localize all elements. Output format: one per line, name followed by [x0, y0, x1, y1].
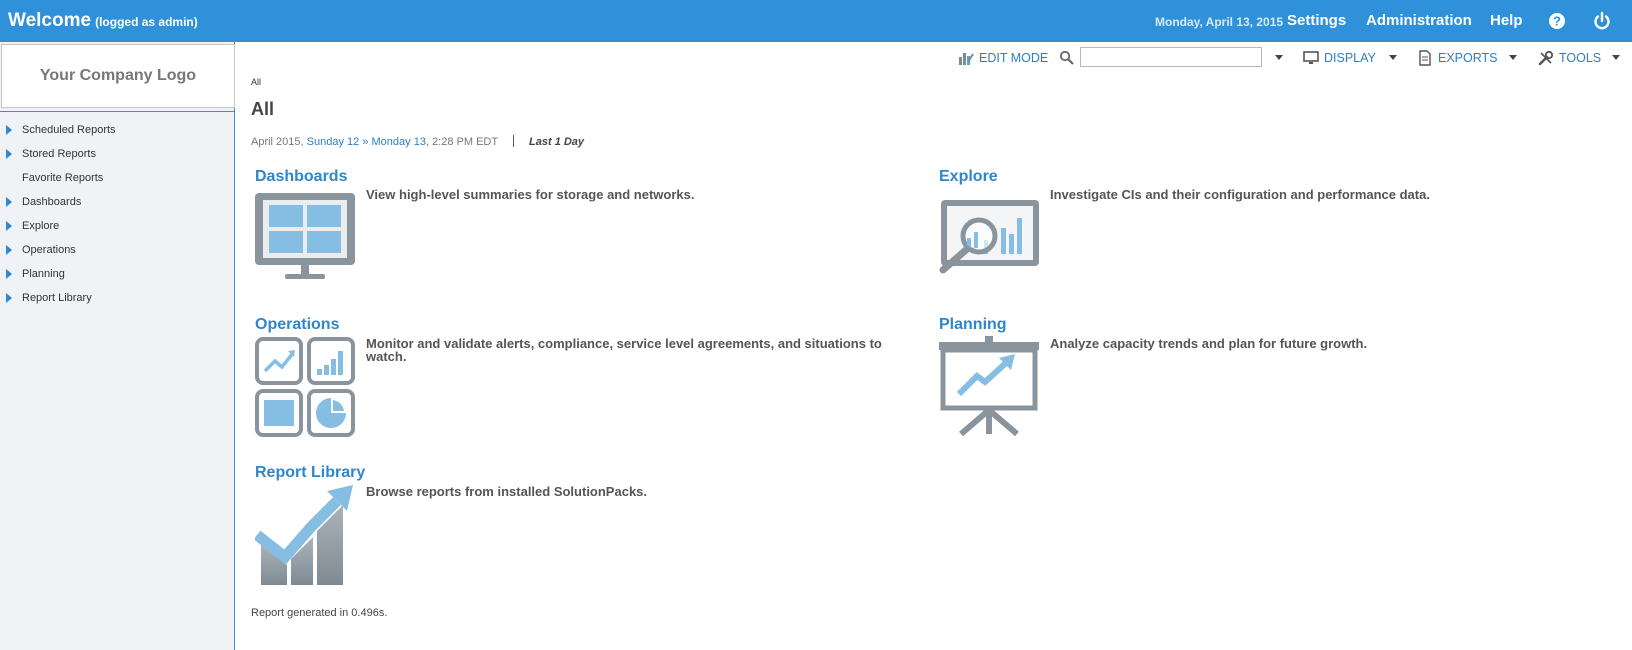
date-time: , 2:28 PM EDT — [425, 136, 498, 148]
sidebar-item-explore[interactable]: Explore — [0, 214, 234, 238]
date-separator: » — [362, 136, 369, 148]
exports-label: EXPORTS — [1438, 51, 1498, 65]
tools-button[interactable]: TOOLS — [1538, 46, 1601, 70]
report-generated-footer: Report generated in 0.496s. — [251, 607, 388, 619]
edit-mode-icon — [959, 53, 974, 65]
sidebar-item-scheduled-reports[interactable]: Scheduled Reports — [0, 118, 234, 142]
monitor-icon — [1303, 51, 1319, 64]
edit-mode-label: EDIT MODE — [979, 51, 1049, 65]
wrench-icon — [1538, 50, 1554, 66]
tools-label: TOOLS — [1559, 51, 1602, 65]
sidebar-item-label: Planning — [22, 268, 65, 280]
logo-divider — [0, 111, 234, 112]
report-library-link[interactable]: Report Library — [255, 464, 365, 482]
explore-link[interactable]: Explore — [939, 168, 998, 186]
sidebar-item-label: Favorite Reports — [22, 172, 104, 184]
display-dropdown-icon[interactable] — [1389, 55, 1397, 60]
expand-arrow-icon[interactable] — [6, 245, 12, 255]
operations-description: Monitor and validate alerts, compliance,… — [366, 336, 882, 364]
date-range: April 2015, Sunday 12 » Monday 13, 2:28 … — [251, 135, 584, 148]
breadcrumb[interactable]: All — [251, 77, 261, 87]
search-input[interactable] — [1080, 47, 1262, 67]
sidebar-item-label: Explore — [22, 220, 60, 232]
sidebar-item-label: Dashboards — [22, 196, 82, 208]
report-library-icon[interactable] — [253, 485, 355, 590]
date-divider — [512, 135, 514, 147]
power-icon[interactable] — [1592, 11, 1612, 31]
sidebar-item-stored-reports[interactable]: Stored Reports — [0, 142, 234, 166]
expand-arrow-icon[interactable] — [6, 197, 12, 207]
expand-arrow-icon[interactable] — [6, 125, 12, 135]
display-button[interactable]: DISPLAY — [1303, 46, 1376, 70]
planning-link[interactable]: Planning — [939, 316, 1007, 334]
planning-icon[interactable] — [939, 336, 1039, 441]
sidebar-item-label: Scheduled Reports — [22, 124, 116, 136]
operations-link[interactable]: Operations — [255, 316, 339, 334]
tools-dropdown-icon[interactable] — [1612, 55, 1620, 60]
expand-arrow-icon[interactable] — [6, 293, 12, 303]
dashboards-icon[interactable] — [255, 193, 355, 288]
dashboards-description: View high-level summaries for storage an… — [366, 187, 695, 202]
display-label: DISPLAY — [1324, 51, 1376, 65]
search-dropdown-icon[interactable] — [1275, 55, 1283, 60]
edit-mode-button[interactable]: EDIT MODE — [958, 46, 1048, 70]
sidebar-item-label: Report Library — [22, 292, 92, 304]
page-title: All — [251, 99, 275, 119]
company-logo: Your Company Logo — [1, 44, 235, 108]
dashboards-link[interactable]: Dashboards — [255, 168, 347, 186]
explore-description: Investigate CIs and their configuration … — [1050, 187, 1430, 202]
current-date: Monday, April 13, 2015 — [1155, 15, 1284, 29]
top-bar: Welcome (logged as admin) Monday, April 1… — [0, 0, 1632, 42]
svg-text:?: ? — [1553, 14, 1561, 29]
date-prefix: April 2015, — [251, 136, 304, 148]
help-link[interactable]: Help — [1490, 12, 1523, 29]
document-icon — [1419, 50, 1431, 66]
sidebar: Your Company Logo Scheduled Reports Stor… — [0, 42, 235, 650]
sidebar-nav: Scheduled Reports Stored Reports Favorit… — [0, 118, 234, 310]
welcome-label: Welcome — [8, 10, 92, 31]
sidebar-item-label: Stored Reports — [22, 148, 96, 160]
logged-as-label: (logged as admin) — [95, 15, 198, 29]
exports-dropdown-icon[interactable] — [1509, 55, 1517, 60]
planning-description: Analyze capacity trends and plan for fut… — [1050, 336, 1368, 351]
operations-icon[interactable] — [255, 337, 355, 442]
exports-button[interactable]: EXPORTS — [1417, 46, 1498, 70]
explore-icon[interactable] — [939, 200, 1039, 281]
sidebar-item-label: Operations — [22, 244, 76, 256]
welcome-text: Welcome (logged as admin) — [8, 10, 198, 32]
date-to-link[interactable]: Monday 13 — [372, 136, 426, 148]
sidebar-item-report-library[interactable]: Report Library — [0, 286, 234, 310]
sidebar-item-dashboards[interactable]: Dashboards — [0, 190, 234, 214]
period-label[interactable]: Last 1 Day — [529, 136, 584, 148]
sidebar-item-operations[interactable]: Operations — [0, 238, 234, 262]
settings-link[interactable]: Settings — [1287, 12, 1346, 29]
help-circle-icon[interactable]: ? — [1547, 11, 1567, 31]
sidebar-item-favorite-reports[interactable]: Favorite Reports — [0, 166, 234, 190]
report-library-description: Browse reports from installed SolutionPa… — [366, 484, 648, 499]
administration-link[interactable]: Administration — [1366, 12, 1472, 29]
expand-arrow-icon[interactable] — [6, 221, 12, 231]
expand-arrow-icon[interactable] — [6, 269, 12, 279]
search-icon[interactable] — [1059, 46, 1080, 70]
expand-arrow-icon[interactable] — [6, 149, 12, 159]
date-from-link[interactable]: Sunday 12 — [307, 136, 360, 148]
sidebar-item-planning[interactable]: Planning — [0, 262, 234, 286]
